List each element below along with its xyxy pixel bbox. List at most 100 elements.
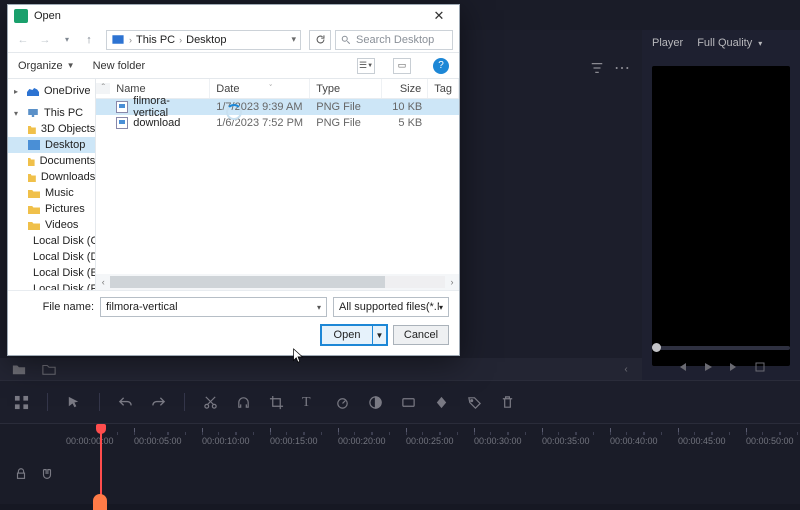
tree-item-label: Desktop — [45, 139, 85, 151]
search-input[interactable]: Search Desktop — [335, 30, 453, 50]
pointer-icon[interactable] — [66, 395, 81, 410]
folder-icon — [28, 172, 36, 182]
tree-item[interactable]: Local Disk (C:) — [8, 233, 95, 249]
crop-icon[interactable] — [269, 395, 284, 410]
file-type: PNG File — [310, 101, 382, 113]
file-name: filmora-vertical — [133, 95, 204, 119]
tree-item-label: Local Disk (E:) — [33, 267, 96, 279]
tree-item[interactable]: 3D Objects — [8, 121, 95, 137]
prev-frame-icon[interactable] — [676, 360, 688, 372]
scroll-left-icon[interactable]: ‹ — [96, 277, 110, 287]
speed-icon[interactable] — [335, 395, 350, 410]
view-mode-button[interactable]: ☰ ▼ — [357, 58, 375, 74]
help-button[interactable]: ? — [433, 58, 449, 74]
horizontal-scrollbar[interactable]: ‹ › — [96, 274, 459, 290]
scroll-right-icon[interactable]: › — [445, 277, 459, 287]
tree-item-label: Videos — [45, 219, 78, 231]
chevron-down-icon[interactable]: ▾ — [317, 303, 321, 312]
text-icon[interactable]: T — [302, 395, 317, 410]
cut-icon[interactable] — [203, 395, 218, 410]
play-icon[interactable] — [702, 360, 714, 372]
tree-caret-icon: ▾ — [14, 109, 22, 118]
tag-icon[interactable] — [467, 395, 482, 410]
tree-item[interactable]: ▾This PC — [8, 105, 95, 121]
next-frame-icon[interactable] — [728, 360, 740, 372]
keyframe-icon[interactable] — [434, 395, 449, 410]
open-file-dialog: Open ✕ ← → ▾ ↑ › This PC › Desktop ▾ Sea… — [7, 4, 460, 356]
timeline-ruler[interactable]: 00:00:00:0000:00:05:0000:00:10:0000:00:1… — [100, 428, 800, 452]
tree-item[interactable]: Videos — [8, 217, 95, 233]
new-folder-button[interactable]: New folder — [93, 60, 146, 72]
onedrive-icon — [27, 86, 39, 96]
col-tag[interactable]: Tag — [428, 79, 459, 98]
player-scrubber[interactable] — [652, 346, 790, 350]
breadcrumb[interactable]: › This PC › Desktop ▾ — [106, 30, 301, 50]
tree-item[interactable]: ▸OneDrive — [8, 83, 95, 99]
refresh-button[interactable] — [309, 30, 331, 50]
lock-icon[interactable] — [14, 467, 28, 481]
col-type[interactable]: Type — [310, 79, 382, 98]
file-name-label: File name: — [18, 301, 94, 313]
stop-icon[interactable] — [754, 360, 766, 372]
redo-icon[interactable] — [151, 395, 166, 410]
search-icon — [341, 35, 351, 45]
more-icon[interactable]: ⋯ — [614, 58, 632, 78]
tree-item[interactable]: Music — [8, 185, 95, 201]
file-type-select[interactable]: All supported files(*.MP4;*.FLV; ▾ — [333, 297, 449, 317]
quality-label: Full Quality — [697, 37, 752, 49]
nav-back-icon[interactable]: ← — [14, 31, 32, 49]
col-size[interactable]: Size — [382, 79, 428, 98]
collapse-icon[interactable]: ‹ — [618, 361, 634, 377]
editor-toolbar: T — [0, 380, 800, 424]
cancel-button[interactable]: Cancel — [393, 325, 449, 345]
tree-item[interactable]: Documents — [8, 153, 95, 169]
col-date[interactable]: Dateˇ — [210, 79, 310, 98]
breadcrumb-root[interactable]: This PC — [136, 34, 175, 46]
organize-menu[interactable]: Organize▼ — [18, 60, 75, 72]
scroll-up-icon[interactable]: ˆ — [96, 83, 110, 94]
chevron-down-icon[interactable]: ▾ — [291, 34, 296, 45]
open-button[interactable]: Open — [321, 325, 373, 345]
tree-item-label: Local Disk (F:) — [33, 283, 96, 290]
file-name-input[interactable]: filmora-vertical ▾ — [100, 297, 327, 317]
file-row[interactable]: download1/6/2023 7:52 PMPNG File5 KB — [96, 115, 459, 131]
chevron-down-icon: ▼ — [67, 61, 75, 70]
file-row[interactable]: filmora-vertical1/7/2023 9:39 AMPNG File… — [96, 99, 459, 115]
color-icon[interactable] — [368, 395, 383, 410]
nav-up-icon[interactable]: ↑ — [80, 31, 98, 49]
folder-new-icon[interactable] — [12, 362, 26, 376]
tree-item-label: Pictures — [45, 203, 85, 215]
folder-icon[interactable] — [42, 362, 56, 376]
file-type-value: All supported files(*.MP4;*.FLV; — [339, 301, 439, 313]
close-button[interactable]: ✕ — [425, 8, 453, 24]
magnet-icon[interactable] — [40, 467, 54, 481]
file-list[interactable]: filmora-vertical1/7/2023 9:39 AMPNG File… — [96, 99, 459, 131]
filter-icon[interactable] — [590, 61, 604, 75]
tree-item[interactable]: Downloads — [8, 169, 95, 185]
tree-item[interactable]: Pictures — [8, 201, 95, 217]
tree-item[interactable]: Desktop — [8, 137, 95, 153]
pc-icon — [111, 33, 125, 47]
open-split-button[interactable]: ▼ — [373, 325, 387, 345]
breadcrumb-leaf[interactable]: Desktop — [186, 34, 226, 46]
grid-icon[interactable] — [14, 395, 29, 410]
folder-icon — [28, 156, 35, 166]
headphones-icon[interactable] — [236, 395, 251, 410]
undo-icon[interactable] — [118, 395, 133, 410]
tree-item[interactable]: Local Disk (D:) — [8, 249, 95, 265]
timeline-tick: 00:00:50:00 — [780, 428, 800, 452]
tree-item[interactable]: Local Disk (F:) — [8, 281, 95, 290]
mask-icon[interactable] — [401, 395, 416, 410]
nav-recent-icon[interactable]: ▾ — [58, 31, 76, 49]
trash-icon[interactable] — [500, 395, 515, 410]
tree-item[interactable]: Local Disk (E:) — [8, 265, 95, 281]
folder-tree[interactable]: ▸OneDrive ▾This PC3D Objects Desktop Docume… — [8, 79, 96, 290]
preview-pane-button[interactable]: ▭ — [393, 58, 411, 74]
playhead-handle[interactable] — [93, 494, 107, 510]
tree-item-label: Local Disk (D:) — [33, 251, 96, 263]
folder-icon — [28, 188, 40, 198]
nav-forward-icon[interactable]: → — [36, 31, 54, 49]
file-size: 5 KB — [382, 117, 428, 129]
quality-selector[interactable]: Full Quality ▾ — [697, 37, 762, 49]
playhead[interactable] — [100, 426, 102, 498]
